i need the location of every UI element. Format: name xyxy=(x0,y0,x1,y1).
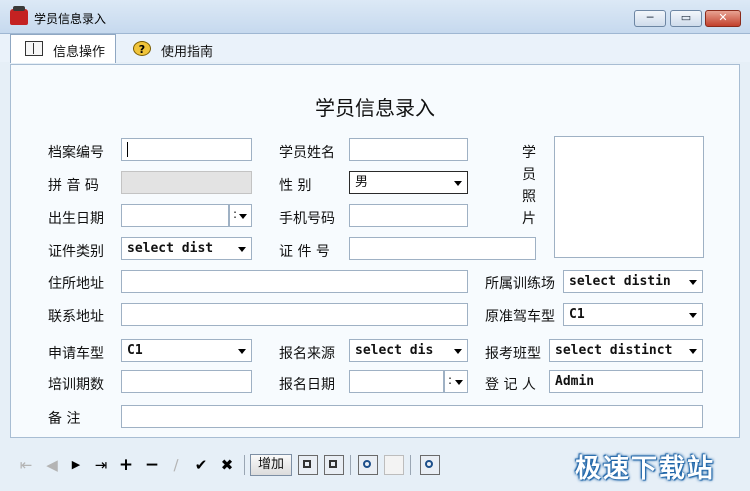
original-license-select[interactable]: C1 xyxy=(563,303,703,326)
tab-label: 信息操作 xyxy=(53,45,106,60)
registrar-input[interactable]: Admin xyxy=(549,370,703,393)
maximize-button[interactable]: ▭ xyxy=(670,10,702,27)
birth-date-picker[interactable]: : xyxy=(229,204,252,227)
last-record-button[interactable]: ⇥ xyxy=(90,452,112,478)
play-icon[interactable] xyxy=(384,455,404,475)
pinyin-label: 拼 音 码 xyxy=(48,178,99,194)
print-preview-icon[interactable] xyxy=(324,455,344,475)
apply-type-label: 申请车型 xyxy=(48,346,104,362)
chevron-down-icon xyxy=(239,214,247,219)
add-record-button[interactable]: + xyxy=(116,452,136,478)
pinyin-input xyxy=(121,171,252,194)
phone-label: 手机号码 xyxy=(279,211,335,227)
chevron-down-icon xyxy=(238,247,246,252)
phone-input[interactable] xyxy=(349,204,468,227)
record-toolbar: ⇤ ◀ ▶ ⇥ + − ∕ ✔ ✖ 增加 xyxy=(10,452,450,478)
toolbar-separator xyxy=(244,455,245,475)
book-icon xyxy=(25,41,43,56)
contact-address-label: 联系地址 xyxy=(48,309,104,325)
minimize-button[interactable]: ─ xyxy=(634,10,666,27)
student-name-label: 学员姓名 xyxy=(279,145,335,161)
chevron-down-icon xyxy=(455,380,463,385)
chevron-down-icon xyxy=(689,349,697,354)
training-school-label: 所属训练场 xyxy=(485,276,555,292)
next-record-button[interactable]: ▶ xyxy=(66,452,86,478)
chevron-down-icon xyxy=(689,313,697,318)
confirm-button[interactable]: ✔ xyxy=(190,452,212,478)
print-icon[interactable] xyxy=(298,455,318,475)
tab-label: 使用指南 xyxy=(161,45,214,60)
address-label: 住所地址 xyxy=(48,276,104,292)
chevron-down-icon xyxy=(238,349,246,354)
gender-select[interactable]: 男 xyxy=(349,171,468,194)
source-select[interactable]: select dis xyxy=(349,339,468,362)
archive-no-input[interactable] xyxy=(121,138,252,161)
source-label: 报名来源 xyxy=(279,346,335,362)
student-name-input[interactable] xyxy=(349,138,468,161)
chevron-down-icon xyxy=(454,349,462,354)
gender-value: 男 xyxy=(355,175,369,190)
tab-info-operation[interactable]: 信息操作 xyxy=(10,34,116,63)
chevron-down-icon xyxy=(454,181,462,186)
class-type-label: 报考班型 xyxy=(485,346,541,362)
first-record-button[interactable]: ⇤ xyxy=(16,452,36,478)
chevron-down-icon xyxy=(689,280,697,285)
id-type-select[interactable]: select dist xyxy=(121,237,252,260)
archive-no-label: 档案编号 xyxy=(48,145,104,161)
cancel-button[interactable]: ✖ xyxy=(216,452,238,478)
toolbar-separator xyxy=(410,455,411,475)
tab-user-guide[interactable]: ? 使用指南 xyxy=(118,34,242,62)
class-type-select[interactable]: select distinct xyxy=(549,339,703,362)
contact-address-input[interactable] xyxy=(121,303,468,326)
address-input[interactable] xyxy=(121,270,468,293)
birth-date-input[interactable] xyxy=(121,204,229,227)
training-school-select[interactable]: select distin xyxy=(563,270,703,293)
id-type-label: 证件类别 xyxy=(48,244,104,260)
signup-date-label: 报名日期 xyxy=(279,377,335,393)
tab-strip: 信息操作 ? 使用指南 xyxy=(0,34,750,63)
help-icon: ? xyxy=(133,41,151,56)
remarks-input[interactable] xyxy=(121,405,703,428)
id-no-label: 证 件 号 xyxy=(279,244,330,260)
toolbar-separator xyxy=(350,455,351,475)
signup-date-picker[interactable]: : xyxy=(444,370,468,393)
birth-date-label: 出生日期 xyxy=(48,211,104,227)
signup-date-input[interactable] xyxy=(349,370,444,393)
registrar-label: 登 记 人 xyxy=(485,377,536,393)
search-icon[interactable] xyxy=(358,455,378,475)
close-button[interactable]: ✕ xyxy=(705,10,741,27)
student-photo-box[interactable] xyxy=(554,136,704,258)
training-period-input[interactable] xyxy=(121,370,252,393)
app-icon xyxy=(10,6,28,25)
delete-record-button[interactable]: − xyxy=(142,452,162,478)
window-title: 学员信息录入 xyxy=(34,12,107,26)
remarks-label: 备 注 xyxy=(48,411,81,427)
id-no-input[interactable] xyxy=(349,237,536,260)
increase-button[interactable]: 增加 xyxy=(250,454,292,476)
photo-label: 学员照片 xyxy=(522,145,536,227)
edit-record-button[interactable]: ∕ xyxy=(166,452,186,478)
original-license-label: 原准驾车型 xyxy=(485,309,555,325)
watermark-text: 极速下载站 xyxy=(575,454,716,484)
title-bar: 学员信息录入 ─ ▭ ✕ xyxy=(0,0,750,34)
zoom-icon[interactable] xyxy=(420,455,440,475)
gender-label: 性 别 xyxy=(279,178,312,194)
form-title: 学员信息录入 xyxy=(315,96,435,120)
training-period-label: 培训期数 xyxy=(48,377,104,393)
apply-type-select[interactable]: C1 xyxy=(121,339,252,362)
prev-record-button[interactable]: ◀ xyxy=(42,452,62,478)
